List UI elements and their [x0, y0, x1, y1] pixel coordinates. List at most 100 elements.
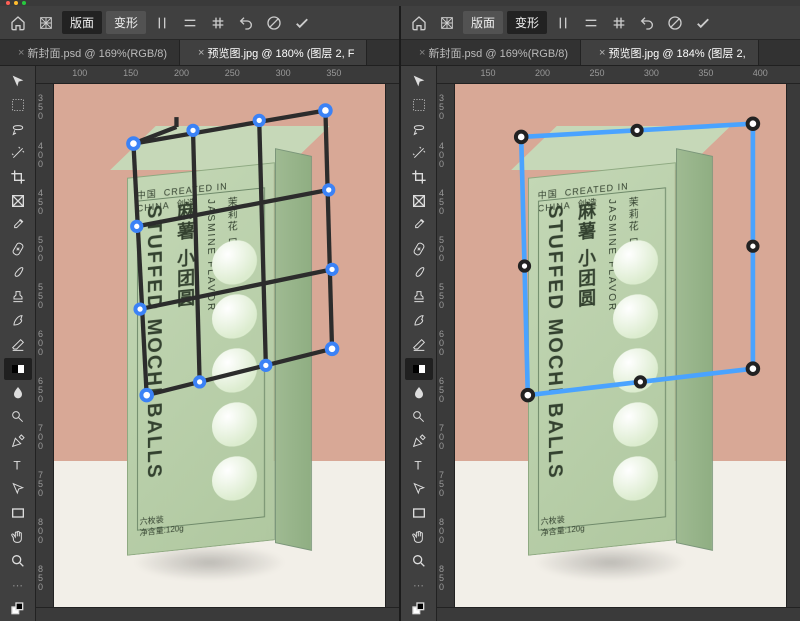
- split-v-icon[interactable]: [551, 11, 575, 35]
- canvas[interactable]: 中国 CREATED IN CHINA 创造 STUFFED MOCHI BAL…: [54, 84, 385, 607]
- ruler-tick: 700: [439, 424, 444, 451]
- mode-layout-button[interactable]: 版面: [62, 11, 102, 34]
- tab-doc1[interactable]: × 新封面.psd @ 169%(RGB/8): [401, 40, 581, 65]
- lasso-tool-icon[interactable]: [405, 118, 433, 140]
- tab-label: 预览图.jpg @ 180% (图层 2, F: [208, 45, 355, 61]
- scrollbar-horizontal[interactable]: [437, 607, 800, 621]
- grid-icon[interactable]: [206, 11, 230, 35]
- swap-colors-icon[interactable]: [4, 598, 32, 620]
- wand-tool-icon[interactable]: [4, 142, 32, 164]
- eyedropper-tool-icon[interactable]: [405, 214, 433, 236]
- undo-icon[interactable]: [635, 11, 659, 35]
- path-select-icon[interactable]: [405, 478, 433, 500]
- box-front: 中国 CREATED IN CHINA 创造 STUFFED MOCHI BAL…: [528, 162, 676, 555]
- close-dot[interactable]: [6, 1, 10, 5]
- scrollbar-vertical[interactable]: [786, 84, 800, 607]
- scrollbar-vertical[interactable]: [385, 84, 399, 607]
- blur-tool-icon[interactable]: [4, 382, 32, 404]
- product-box[interactable]: 中国 CREATED IN CHINA 创造 STUFFED MOCHI BAL…: [127, 126, 332, 565]
- mode-warp-button[interactable]: 变形: [106, 11, 146, 34]
- marquee-tool-icon[interactable]: [405, 94, 433, 116]
- grid-icon[interactable]: [607, 11, 631, 35]
- hand-tool-icon[interactable]: [405, 526, 433, 548]
- hand-tool-icon[interactable]: [4, 526, 32, 548]
- svg-text:T: T: [414, 459, 422, 473]
- frame-tool-icon[interactable]: [4, 190, 32, 212]
- history-brush-icon[interactable]: [4, 310, 32, 332]
- edit-toolbar-icon[interactable]: ⋯: [405, 574, 433, 596]
- product-box[interactable]: 中国 CREATED IN CHINA 创造 STUFFED MOCHI BAL…: [528, 126, 733, 565]
- dodge-tool-icon[interactable]: [4, 406, 32, 428]
- frame-tool-icon[interactable]: [405, 190, 433, 212]
- tools-panel: T ⋯: [0, 66, 36, 621]
- move-tool-icon[interactable]: [405, 70, 433, 92]
- tab-doc2[interactable]: × 预览图.jpg @ 180% (图层 2, F: [180, 40, 367, 65]
- cancel-icon[interactable]: [663, 11, 687, 35]
- rectangle-tool-icon[interactable]: [4, 502, 32, 524]
- ruler-tick: 700: [38, 424, 43, 451]
- commit-icon[interactable]: [691, 11, 715, 35]
- min-dot[interactable]: [14, 1, 18, 5]
- lasso-tool-icon[interactable]: [4, 118, 32, 140]
- box-side: [676, 148, 713, 551]
- home-icon[interactable]: [407, 11, 431, 35]
- ruler-tick: 750: [439, 471, 444, 498]
- close-icon[interactable]: ×: [18, 47, 24, 59]
- tab-label: 新封面.psd @ 169%(RGB/8): [429, 45, 569, 61]
- gradient-tool-icon[interactable]: [405, 358, 433, 380]
- pen-tool-icon[interactable]: [405, 430, 433, 452]
- pen-tool-icon[interactable]: [4, 430, 32, 452]
- blur-tool-icon[interactable]: [405, 382, 433, 404]
- undo-icon[interactable]: [234, 11, 258, 35]
- eyedropper-tool-icon[interactable]: [4, 214, 32, 236]
- eraser-tool-icon[interactable]: [4, 334, 32, 356]
- path-select-icon[interactable]: [4, 478, 32, 500]
- gradient-tool-icon[interactable]: [4, 358, 32, 380]
- close-icon[interactable]: ×: [419, 47, 425, 59]
- commit-icon[interactable]: [290, 11, 314, 35]
- move-tool-icon[interactable]: [4, 70, 32, 92]
- ruler-tick: 850: [439, 565, 444, 592]
- ruler-tick: 150: [481, 68, 496, 78]
- type-tool-icon[interactable]: T: [405, 454, 433, 476]
- crop-tool-icon[interactable]: [4, 166, 32, 188]
- cancel-icon[interactable]: [262, 11, 286, 35]
- wand-tool-icon[interactable]: [405, 142, 433, 164]
- crop-tool-icon[interactable]: [405, 166, 433, 188]
- pane-right: 版面 变形 × 新封面.psd @ 169%(RGB/8) × 预览图.jpg …: [399, 6, 800, 621]
- zoom-tool-icon[interactable]: [405, 550, 433, 572]
- close-icon[interactable]: ×: [599, 47, 605, 59]
- zoom-tool-icon[interactable]: [4, 550, 32, 572]
- marquee-tool-icon[interactable]: [4, 94, 32, 116]
- tab-doc1[interactable]: × 新封面.psd @ 169%(RGB/8): [0, 40, 180, 65]
- mochi-art: [207, 232, 262, 508]
- eraser-tool-icon[interactable]: [405, 334, 433, 356]
- split-h-icon[interactable]: [579, 11, 603, 35]
- max-dot[interactable]: [22, 1, 26, 5]
- edit-toolbar-icon[interactable]: ⋯: [4, 574, 32, 596]
- split-h-icon[interactable]: [178, 11, 202, 35]
- brush-tool-icon[interactable]: [4, 262, 32, 284]
- scrollbar-horizontal[interactable]: [36, 607, 399, 621]
- mesh-icon[interactable]: [34, 11, 58, 35]
- tab-label: 新封面.psd @ 169%(RGB/8): [28, 45, 168, 61]
- split-v-icon[interactable]: [150, 11, 174, 35]
- type-tool-icon[interactable]: T: [4, 454, 32, 476]
- tab-doc2[interactable]: × 预览图.jpg @ 184% (图层 2,: [581, 40, 759, 65]
- heal-tool-icon[interactable]: [4, 238, 32, 260]
- history-brush-icon[interactable]: [405, 310, 433, 332]
- heal-tool-icon[interactable]: [405, 238, 433, 260]
- mode-layout-button[interactable]: 版面: [463, 11, 503, 34]
- swap-colors-icon[interactable]: [405, 598, 433, 620]
- canvas[interactable]: 中国 CREATED IN CHINA 创造 STUFFED MOCHI BAL…: [455, 84, 786, 607]
- mode-warp-button[interactable]: 变形: [507, 11, 547, 34]
- stamp-tool-icon[interactable]: [4, 286, 32, 308]
- mesh-icon[interactable]: [435, 11, 459, 35]
- stamp-tool-icon[interactable]: [405, 286, 433, 308]
- options-bar: 版面 变形: [0, 6, 399, 40]
- brush-tool-icon[interactable]: [405, 262, 433, 284]
- dodge-tool-icon[interactable]: [405, 406, 433, 428]
- home-icon[interactable]: [6, 11, 30, 35]
- close-icon[interactable]: ×: [198, 47, 204, 59]
- rectangle-tool-icon[interactable]: [405, 502, 433, 524]
